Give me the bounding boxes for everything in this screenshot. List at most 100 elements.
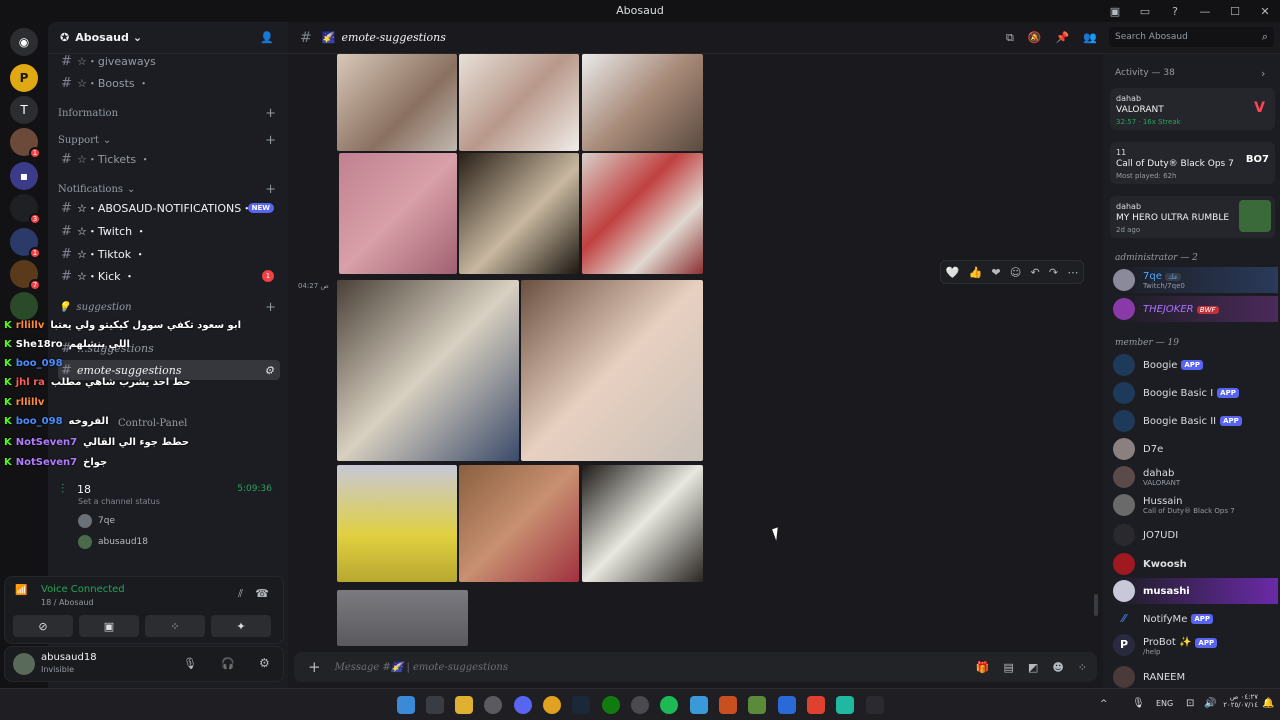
- app-icon[interactable]: [866, 696, 884, 714]
- minecraft-icon[interactable]: [748, 696, 766, 714]
- server-icon-folder[interactable]: ▪: [10, 162, 38, 190]
- server-icon-a[interactable]: 3: [10, 194, 41, 225]
- more-options-icon[interactable]: ⋯: [1067, 266, 1078, 279]
- activities-button[interactable]: ⁘: [145, 615, 205, 637]
- forward-icon[interactable]: ↷: [1049, 266, 1058, 279]
- category-support[interactable]: Support ⌄ +: [58, 132, 280, 148]
- activity-card[interactable]: 11 Call of Duty® Black Ops 7 Most played…: [1110, 142, 1275, 184]
- member-item[interactable]: JO7UDI: [1113, 522, 1273, 548]
- channel-abosaud-notifications[interactable]: # ☆・ABOSAUD-NOTIFICATIONS・ NEW: [58, 198, 280, 218]
- gif-icon[interactable]: ▤: [1004, 661, 1014, 674]
- mic-tray-icon[interactable]: 🎙: [1132, 698, 1145, 709]
- member-item[interactable]: Hussain Call of Duty® Black Ops 7: [1113, 492, 1273, 518]
- emote-gif-9[interactable]: [337, 465, 457, 582]
- voice-user[interactable]: abusaud18: [78, 535, 148, 549]
- member-item[interactable]: RANEEM: [1113, 664, 1273, 688]
- emote-gif-10[interactable]: [459, 465, 579, 582]
- screen-share-button[interactable]: ▣: [79, 615, 139, 637]
- input-language[interactable]: ENG: [1156, 699, 1173, 708]
- discord-taskbar-icon[interactable]: [514, 696, 532, 714]
- emote-gif-11[interactable]: [582, 465, 703, 582]
- app-icon[interactable]: [719, 696, 737, 714]
- emote-gif-5[interactable]: [459, 153, 579, 274]
- member-item[interactable]: THEJOKER BWF: [1113, 296, 1278, 322]
- avatar[interactable]: [13, 653, 35, 675]
- plus-icon[interactable]: +: [265, 106, 276, 121]
- chrome-icon[interactable]: [543, 696, 561, 714]
- headphones-icon[interactable]: 🎧: [221, 657, 235, 670]
- plus-icon[interactable]: +: [265, 300, 276, 315]
- emote-gif-1[interactable]: [337, 54, 457, 151]
- emote-gif-3[interactable]: [582, 54, 703, 151]
- microphone-icon[interactable]: 🎙: [183, 657, 197, 670]
- channel-twitch[interactable]: # ☆・Twitch ・: [58, 221, 280, 241]
- start-button-icon[interactable]: [397, 696, 415, 714]
- app-icon[interactable]: [778, 696, 796, 714]
- reaction-thumbsup-icon[interactable]: 👍: [969, 266, 983, 279]
- channel-tickets[interactable]: # ☆・Tickets ・: [58, 149, 280, 169]
- emote-gif-2[interactable]: [459, 54, 579, 151]
- file-explorer-icon[interactable]: [455, 696, 473, 714]
- notification-bell-icon[interactable]: 🔕: [1028, 31, 1042, 45]
- member-item[interactable]: D7e: [1113, 436, 1273, 462]
- reply-icon[interactable]: ↶: [1031, 266, 1040, 279]
- brave-icon[interactable]: [807, 696, 825, 714]
- message-input[interactable]: Message #🌠 | emote-suggestions: [335, 662, 508, 673]
- channel-status-hint[interactable]: Set a channel status: [78, 497, 160, 506]
- user-settings-gear-icon[interactable]: ⚙: [259, 656, 270, 670]
- reaction-heart-icon[interactable]: 🤍: [946, 266, 960, 279]
- emote-gif-8[interactable]: [521, 280, 703, 461]
- obs-icon[interactable]: [631, 696, 649, 714]
- xbox-icon[interactable]: [602, 696, 620, 714]
- emote-gif-12[interactable]: [337, 590, 468, 646]
- member-list-icon[interactable]: 👥: [1083, 31, 1097, 45]
- tray-chevron-icon[interactable]: ^: [1100, 699, 1108, 709]
- member-item[interactable]: Boogie APP: [1113, 352, 1273, 378]
- message-input-box[interactable]: + Message #🌠 | emote-suggestions 🎁 ▤ ◩ ☻…: [294, 652, 1097, 682]
- app-icon[interactable]: [836, 696, 854, 714]
- category-information[interactable]: Information +: [58, 105, 280, 121]
- settings-gear-icon[interactable]: ⚙: [264, 364, 274, 377]
- disconnect-icon[interactable]: ☎: [255, 587, 269, 600]
- plus-icon[interactable]: +: [265, 133, 276, 148]
- soundboard-button[interactable]: ✦: [211, 615, 271, 637]
- member-item[interactable]: Boogie Basic I APP: [1113, 380, 1273, 406]
- store-icon[interactable]: [426, 696, 444, 714]
- channel-giveaways[interactable]: # ☆・giveaways: [58, 51, 280, 71]
- channel-tiktok[interactable]: # ☆・Tiktok ・: [58, 244, 280, 264]
- member-item[interactable]: musashi: [1113, 578, 1278, 604]
- plus-icon[interactable]: +: [265, 182, 276, 197]
- search-input[interactable]: Search Abosaud: [1115, 32, 1188, 42]
- chevron-right-icon[interactable]: ›: [1261, 67, 1265, 80]
- member-item[interactable]: P ProBot ✨ APP/help: [1113, 632, 1273, 658]
- monitor-icon[interactable]: ▭: [1130, 0, 1160, 22]
- help-icon[interactable]: ?: [1160, 0, 1190, 22]
- notification-icon[interactable]: 🔔: [1262, 698, 1274, 709]
- member-item[interactable]: Boogie Basic II APP: [1113, 408, 1273, 434]
- scrollbar[interactable]: [1094, 594, 1098, 616]
- app-icon[interactable]: [484, 696, 502, 714]
- network-icon[interactable]: ⊡: [1186, 698, 1194, 709]
- emote-gif-6[interactable]: [582, 153, 703, 274]
- server-icon-abosaud[interactable]: 1: [10, 128, 41, 159]
- spotify-icon[interactable]: [660, 696, 678, 714]
- search-box[interactable]: Search Abosaud ⌕: [1109, 27, 1274, 47]
- emoji-icon[interactable]: ☻: [1052, 661, 1063, 674]
- server-icon-b[interactable]: 1: [10, 228, 41, 259]
- server-icon-t[interactable]: T: [10, 96, 38, 124]
- add-reaction-icon[interactable]: ☺: [1010, 266, 1021, 279]
- voice-status-title[interactable]: Voice Connected: [41, 584, 125, 595]
- attach-plus-icon[interactable]: +: [308, 658, 321, 676]
- channel-kick[interactable]: # ☆・Kick ・ 1: [58, 266, 280, 286]
- reaction-red-heart-icon[interactable]: ❤: [991, 266, 1000, 279]
- maximize-button[interactable]: ☐: [1220, 0, 1250, 22]
- apps-icon[interactable]: ⁘: [1078, 661, 1087, 674]
- threads-icon[interactable]: ⧉: [1006, 31, 1014, 45]
- volume-icon[interactable]: 🔊: [1204, 698, 1216, 709]
- emote-gif-7[interactable]: [337, 280, 519, 461]
- sticker-icon[interactable]: ◩: [1028, 661, 1038, 674]
- camera-button[interactable]: ⊘: [13, 615, 73, 637]
- member-item[interactable]: ⁄⁄ NotifyMe APP: [1113, 606, 1273, 632]
- member-item[interactable]: dahab VALORANT: [1113, 464, 1273, 490]
- voice-status-sub[interactable]: 18 / Abosaud: [41, 598, 94, 607]
